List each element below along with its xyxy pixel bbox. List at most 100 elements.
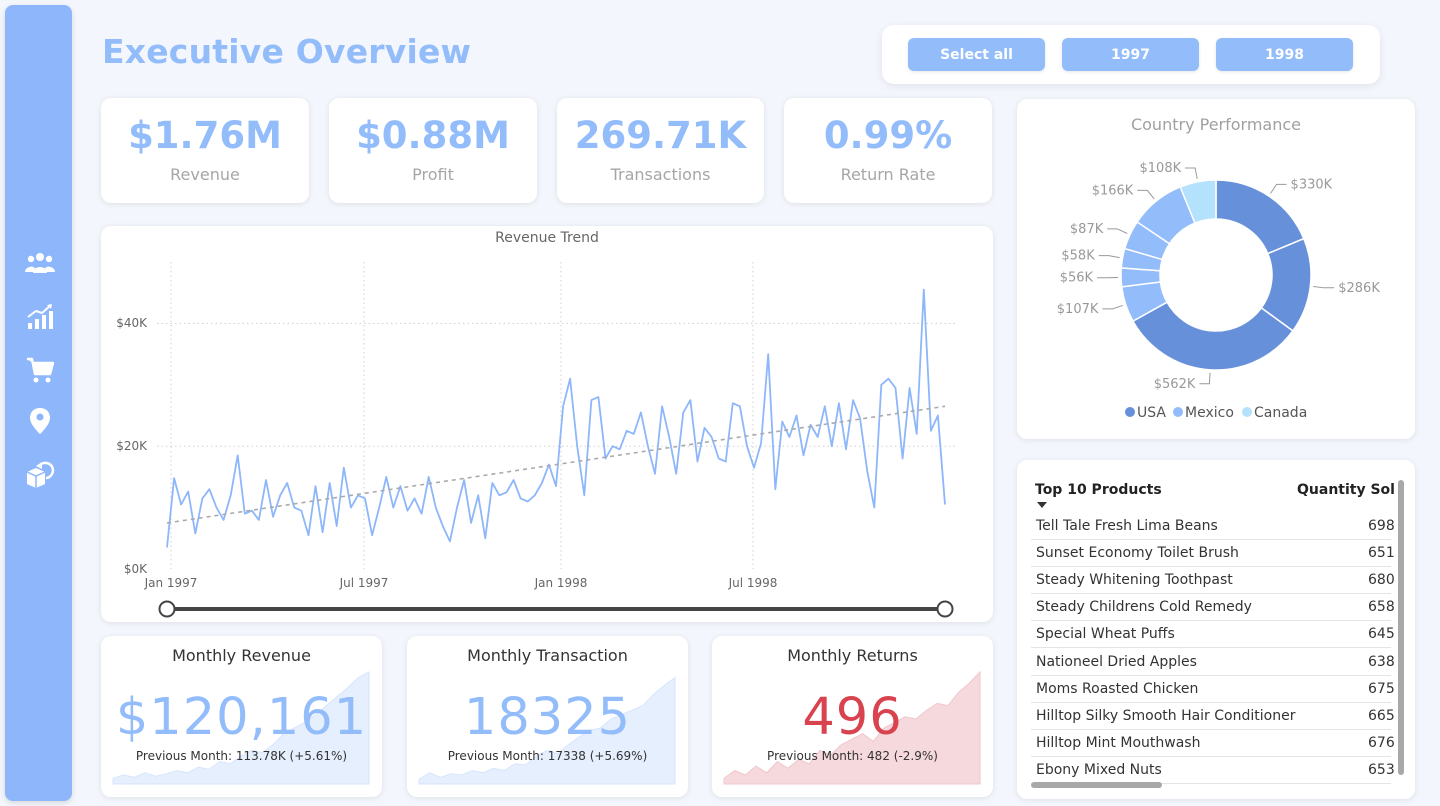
- revenue-series-line[interactable]: [166, 288, 946, 548]
- product-name: Sunset Economy Toilet Brush: [1036, 545, 1239, 561]
- product-name: Steady Whitening Toothpast: [1036, 572, 1233, 588]
- slice-value-label: $166K: [1092, 183, 1134, 198]
- kpi-value: $1.76M: [128, 114, 282, 157]
- monthly-transaction-previous: Previous Month: 17338 (+5.69%): [447, 749, 648, 763]
- legend-canada: Canada: [1254, 405, 1307, 421]
- country-donut-chart: $330K $286K $562K $107K $56K $58K $87K $166K $10…: [1057, 161, 1381, 421]
- product-qty: 675: [1368, 681, 1395, 697]
- table-row[interactable]: Hilltop Mint Mouthwash 676: [1031, 730, 1395, 757]
- product-qty: 665: [1368, 708, 1395, 724]
- cart-glyph: [27, 357, 54, 383]
- year-1997-button[interactable]: 1997: [1062, 38, 1199, 71]
- vertical-scrollbar[interactable]: [1398, 480, 1404, 775]
- table-header-product[interactable]: Top 10 Products: [1035, 482, 1162, 498]
- revenue-trend-chart: $40K $20K $0K Jan 1997 Jul 1997 Jan 1998…: [116, 262, 957, 618]
- monthly-revenue-value: $120,161: [115, 688, 368, 747]
- kpi-value: 269.71K: [574, 114, 747, 157]
- slice-leader-line: [1107, 228, 1128, 234]
- returns-box-icon[interactable]: [24, 458, 56, 490]
- kpi-label: Transactions: [610, 165, 711, 184]
- product-qty: 645: [1368, 626, 1395, 642]
- kpi-card-transactions: 269.71K Transactions: [557, 98, 764, 203]
- table-row[interactable]: Ebony Mixed Nuts 653: [1031, 757, 1395, 784]
- monthly-transaction-card: Monthly Transaction 18325 Previous Month…: [407, 636, 688, 797]
- legend-usa: USA: [1137, 405, 1166, 421]
- table-row[interactable]: Special Wheat Puffs 645: [1031, 621, 1395, 648]
- table-row[interactable]: Steady Childrens Cold Remedy 658: [1031, 594, 1395, 621]
- slice-leader-line: [1102, 304, 1124, 310]
- table-row[interactable]: Moms Roasted Chicken 675: [1031, 676, 1395, 703]
- product-qty: 658: [1368, 599, 1395, 615]
- monthly-returns-card: Monthly Returns 496 Previous Month: 482 …: [712, 636, 993, 797]
- slice-leader-line: [1098, 255, 1120, 259]
- slice-value-label: $108K: [1140, 161, 1182, 176]
- monthly-revenue-title: Monthly Revenue: [172, 646, 311, 665]
- table-row[interactable]: Steady Whitening Toothpast 680: [1031, 567, 1395, 594]
- product-name: Steady Childrens Cold Remedy: [1036, 599, 1252, 615]
- monthly-transaction-title: Monthly Transaction: [467, 646, 628, 665]
- slice-value-label: $330K: [1291, 177, 1333, 192]
- chart-trend-icon[interactable]: [24, 301, 56, 333]
- product-name: Hilltop Silky Smooth Hair Conditioner: [1036, 708, 1296, 724]
- horizontal-scrollbar[interactable]: [1031, 782, 1162, 788]
- product-name: Hilltop Mint Mouthwash: [1036, 735, 1201, 751]
- product-name: Tell Tale Fresh Lima Beans: [1036, 518, 1218, 534]
- users-icon[interactable]: [24, 247, 56, 279]
- legend-canada-marker: [1242, 407, 1252, 417]
- product-qty: 698: [1368, 518, 1395, 534]
- slice-leader-line: [1270, 183, 1287, 194]
- product-name: Ebony Mixed Nuts: [1036, 762, 1162, 778]
- monthly-returns-value: 496: [802, 688, 903, 747]
- slice-value-label: $58K: [1061, 249, 1095, 264]
- product-qty: 676: [1368, 735, 1395, 751]
- y-tick-label: $40K: [116, 316, 148, 330]
- monthly-transaction-value: 18325: [463, 688, 632, 747]
- kpi-card-revenue: $1.76M Revenue: [101, 98, 309, 203]
- monthly-returns-title: Monthly Returns: [787, 646, 918, 665]
- product-name: Moms Roasted Chicken: [1036, 681, 1199, 697]
- y-tick-label: $0K: [124, 562, 148, 576]
- legend-mexico: Mexico: [1185, 405, 1234, 421]
- select-all-button[interactable]: Select all: [908, 38, 1045, 71]
- year-filter-panel: Select all 1997 1998: [882, 25, 1380, 84]
- table-row[interactable]: Sunset Economy Toilet Brush 651: [1031, 540, 1395, 567]
- slice-value-label: $107K: [1057, 302, 1099, 317]
- returns-box-glyph: [26, 461, 55, 488]
- sidebar: [5, 5, 72, 801]
- page-title: Executive Overview: [102, 32, 472, 71]
- chart-trend-glyph: [27, 304, 53, 329]
- kpi-label: Return Rate: [840, 165, 936, 184]
- country-performance-card: Country Performance $330K $286K $562K $107K…: [1017, 99, 1415, 439]
- revenue-trend-card: Revenue Trend $40K $20K $0K Jan 1997 Jul…: [101, 226, 993, 622]
- table-row[interactable]: Hilltop Silky Smooth Hair Conditioner 665: [1031, 703, 1395, 730]
- location-pin-icon[interactable]: [24, 405, 56, 437]
- product-qty: 651: [1368, 545, 1395, 561]
- kpi-label: Profit: [412, 165, 454, 184]
- table-row[interactable]: Nationeel Dried Apples 638: [1031, 649, 1395, 676]
- sort-desc-icon[interactable]: [1037, 502, 1047, 508]
- monthly-revenue-card: Monthly Revenue $120,161 Previous Month:…: [101, 636, 382, 797]
- top-products-table: Top 10 Products Quantity Sold Tell Tale …: [1017, 460, 1415, 799]
- slice-value-label: $56K: [1060, 271, 1094, 286]
- monthly-returns-previous: Previous Month: 482 (-2.9%): [767, 749, 938, 763]
- slice-leader-line: [1313, 286, 1335, 289]
- table-row[interactable]: Tell Tale Fresh Lima Beans 698: [1031, 513, 1395, 540]
- kpi-card-return-rate: 0.99% Return Rate: [784, 98, 992, 203]
- kpi-card-profit: $0.88M Profit: [329, 98, 537, 203]
- slice-leader-line: [1199, 372, 1211, 385]
- year-1998-button[interactable]: 1998: [1216, 38, 1353, 71]
- legend-mexico-marker: [1173, 407, 1183, 417]
- slider-start-handle[interactable]: [158, 600, 176, 618]
- slice-leader-line: [1185, 167, 1198, 179]
- slice-value-label: $286K: [1338, 281, 1380, 296]
- table-header-quantity[interactable]: Quantity Sold: [1297, 482, 1395, 498]
- product-name: Nationeel Dried Apples: [1036, 654, 1197, 670]
- x-tick-label: Jan 1997: [144, 576, 198, 590]
- location-pin-glyph: [30, 408, 50, 434]
- product-qty: 680: [1368, 572, 1395, 588]
- x-tick-label: Jul 1998: [728, 576, 778, 590]
- kpi-label: Revenue: [170, 165, 240, 184]
- monthly-revenue-previous: Previous Month: 113.78K (+5.61%): [135, 749, 348, 763]
- cart-icon[interactable]: [24, 354, 56, 386]
- slider-end-handle[interactable]: [936, 600, 954, 618]
